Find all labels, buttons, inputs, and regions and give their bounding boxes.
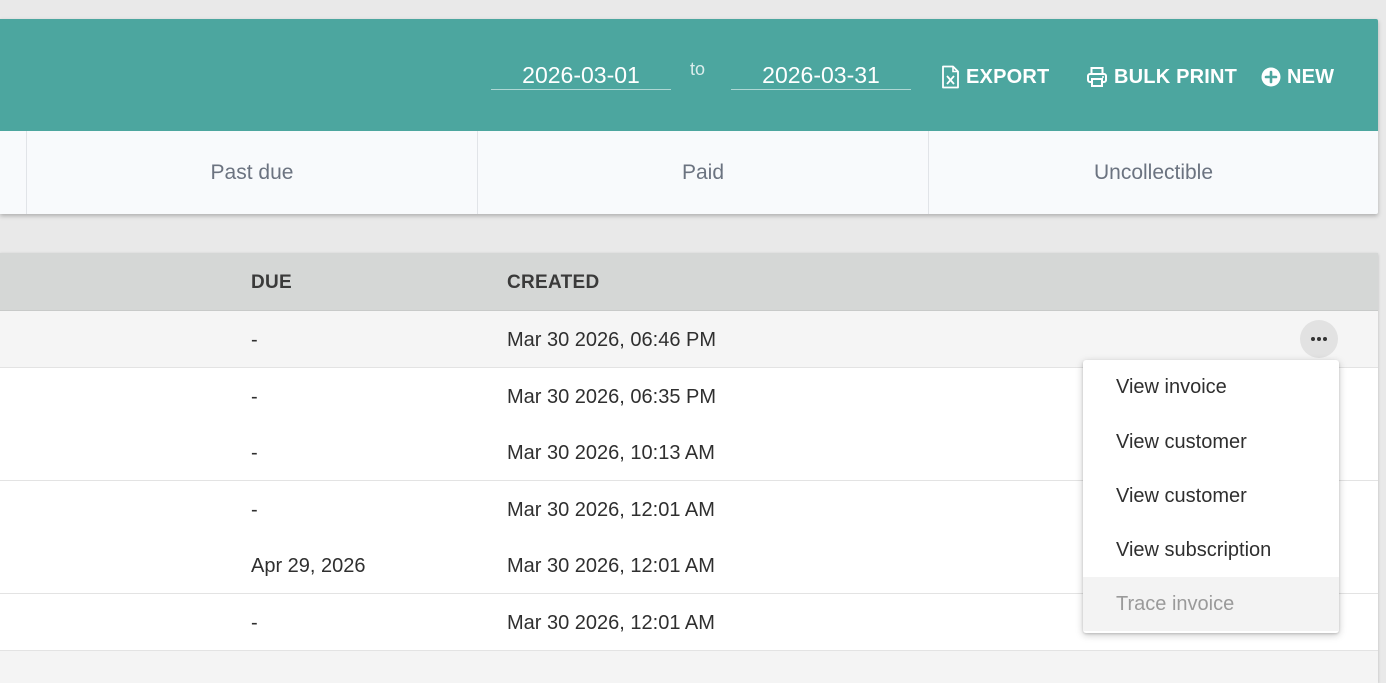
more-horizontal-icon xyxy=(1311,337,1327,341)
cell-due: - xyxy=(251,442,258,464)
plus-circle-icon xyxy=(1261,67,1281,87)
date-to-input[interactable]: 2026-03-31 xyxy=(731,61,911,90)
new-invoice-button[interactable]: NEW xyxy=(1261,63,1334,91)
column-header-due[interactable]: DUE xyxy=(251,272,292,294)
cell-created: Mar 30 2026, 12:01 AM xyxy=(507,555,715,577)
menu-item-view-customer[interactable]: View customer xyxy=(1083,415,1339,469)
cell-created: Mar 30 2026, 06:46 PM xyxy=(507,329,717,351)
excel-file-icon xyxy=(942,65,959,89)
menu-item-trace-invoice[interactable]: Trace invoice xyxy=(1083,577,1339,631)
tab-paid[interactable]: Paid xyxy=(478,131,929,214)
cell-created: Mar 30 2026, 10:13 AM xyxy=(507,442,715,464)
menu-item-view-invoice[interactable]: View invoice xyxy=(1083,360,1339,415)
menu-item-view-subscription[interactable]: View subscription xyxy=(1083,523,1339,577)
cell-due: - xyxy=(251,329,258,351)
cell-created: Mar 30 2026, 12:01 AM xyxy=(507,499,715,521)
cell-created: Mar 30 2026, 12:01 AM xyxy=(507,612,715,634)
bulk-print-label: BULK PRINT xyxy=(1114,65,1238,88)
cell-due: Apr 29, 2026 xyxy=(251,555,366,577)
menu-item-view-customer-2[interactable]: View customer xyxy=(1083,469,1339,523)
invoices-header-card: 2026-03-01 to 2026-03-31 EXPORT BULK PRI… xyxy=(0,19,1378,214)
printer-icon xyxy=(1087,67,1107,87)
new-label: NEW xyxy=(1287,65,1335,88)
row-actions-button[interactable] xyxy=(1300,320,1338,358)
date-from-input[interactable]: 2026-03-01 xyxy=(491,61,671,90)
status-tabs: Past due Paid Uncollectible xyxy=(0,131,1378,214)
row-actions-menu: View invoice View customer View customer… xyxy=(1083,360,1339,633)
tab-past-due[interactable]: Past due xyxy=(27,131,478,214)
export-label: EXPORT xyxy=(966,65,1050,88)
cell-due: - xyxy=(251,386,258,408)
cell-due: - xyxy=(251,612,258,634)
status-tab-stub[interactable] xyxy=(0,131,27,214)
header-bar: 2026-03-01 to 2026-03-31 EXPORT BULK PRI… xyxy=(0,19,1378,131)
tab-uncollectible[interactable]: Uncollectible xyxy=(929,131,1378,214)
date-range-to-label: to xyxy=(690,59,706,79)
cell-due: - xyxy=(251,499,258,521)
cell-created: Mar 30 2026, 06:35 PM xyxy=(507,386,717,408)
bulk-print-button[interactable]: BULK PRINT xyxy=(1086,63,1237,91)
export-button[interactable]: EXPORT xyxy=(940,63,1049,91)
column-header-created[interactable]: CREATED xyxy=(507,272,600,294)
table-header: DUE CREATED xyxy=(0,253,1378,311)
